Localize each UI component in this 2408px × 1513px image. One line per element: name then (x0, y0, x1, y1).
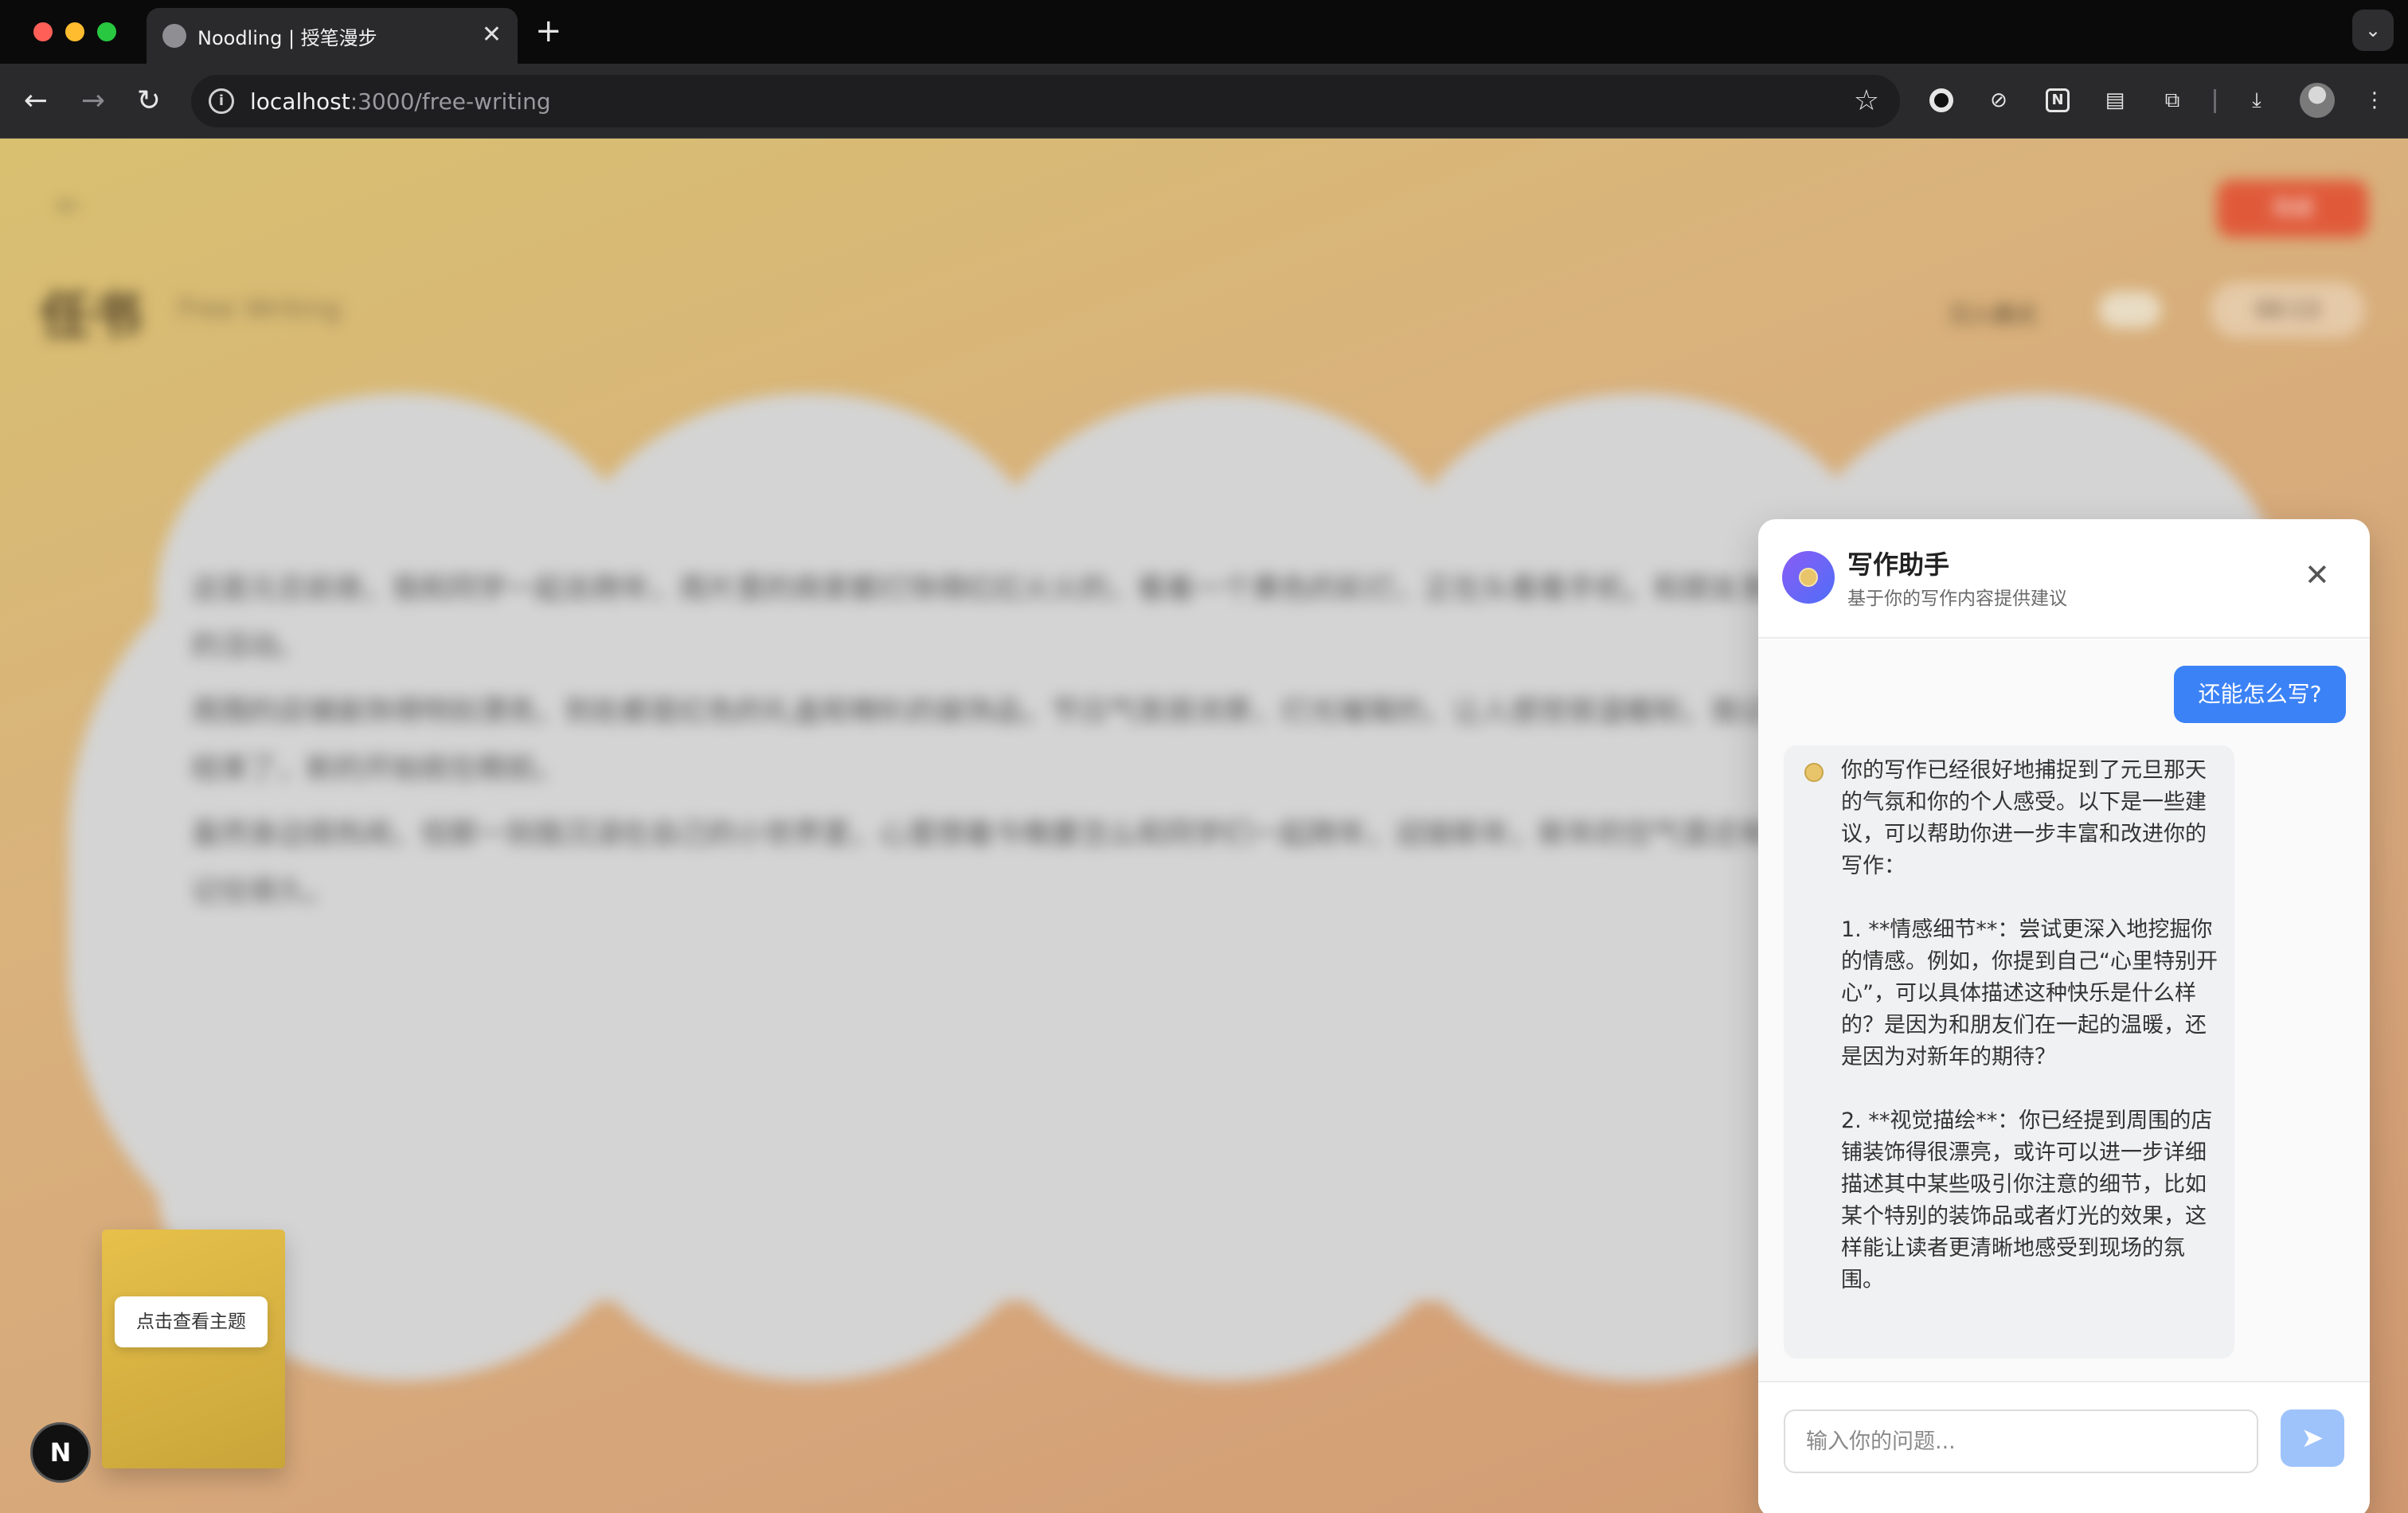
bookmark-star-icon[interactable]: ☆ (1854, 84, 1879, 117)
browser-tab-bar: Noodling | 授笔漫步 ✕ + ⌄ (0, 0, 2408, 64)
extensions-puzzle-icon[interactable]: ⧉ (2158, 86, 2187, 115)
writing-timer: 00:13 (2211, 282, 2365, 338)
nextjs-dev-badge[interactable]: N (30, 1422, 91, 1483)
tab-title: Noodling | 授笔漫步 (197, 27, 377, 49)
toolbar-divider (2214, 89, 2216, 113)
chat-input-area: ➤ (1758, 1381, 2370, 1513)
kebab-menu-icon[interactable]: ⋮ (2360, 86, 2389, 115)
forward-arrow-icon[interactable]: → (73, 81, 113, 121)
close-icon[interactable]: ✕ (2304, 559, 2330, 591)
download-icon[interactable]: ⤓ (2242, 86, 2271, 115)
chat-subtitle: 基于你的写作内容提供建议 (1847, 588, 2067, 609)
assistant-coin-icon (1804, 763, 1824, 782)
user-message: 还能怎么写? (2174, 666, 2346, 723)
coin-icon (1799, 568, 1818, 587)
tab-close-icon[interactable]: ✕ (482, 19, 502, 51)
assistant-avatar (1782, 551, 1835, 604)
site-info-icon[interactable]: i (209, 88, 234, 114)
browser-tab[interactable]: Noodling | 授笔漫步 ✕ (147, 8, 518, 64)
address-bar[interactable]: i localhost:3000/free-writing ☆ (191, 75, 1900, 127)
new-tab-button[interactable]: + (535, 13, 562, 49)
close-window-button[interactable] (33, 22, 53, 41)
extension-document-icon[interactable]: ▤ (2101, 86, 2129, 115)
send-icon[interactable]: ➤ (2281, 1409, 2344, 1467)
back-arrow-icon[interactable]: ← (57, 190, 81, 222)
url-path: :3000/free-writing (350, 88, 551, 115)
chat-header: 写作助手 基于你的写作内容提供建议 ✕ (1758, 519, 2370, 639)
writing-assistant-panel: 写作助手 基于你的写作内容提供建议 ✕ 还能怎么写? 你的写作已经很好地捕捉到了… (1758, 519, 2370, 1513)
immersive-mode-toggle[interactable] (2099, 291, 2161, 328)
extension-record-icon[interactable] (1927, 86, 1956, 115)
page-subtitle: Free Writing (178, 293, 342, 325)
url-text[interactable]: localhost:3000/free-writing (250, 88, 551, 115)
globe-icon (162, 24, 186, 48)
reload-icon[interactable]: ↻ (129, 81, 169, 121)
finish-button[interactable]: 完成 (2217, 180, 2368, 237)
tab-search-chevron-icon[interactable]: ⌄ (2352, 10, 2394, 51)
minimize-window-button[interactable] (65, 22, 84, 41)
browser-toolbar: ← → ↻ i localhost:3000/free-writing ☆ ⊘ … (0, 64, 2408, 139)
extension-notion-icon[interactable]: N (2043, 86, 2072, 115)
assistant-message: 你的写作已经很好地捕捉到了元旦那天的气氛和你的个人感受。以下是一些建议，可以帮助… (1784, 745, 2234, 1359)
chat-question-input[interactable] (1784, 1409, 2258, 1473)
url-host: localhost (250, 88, 350, 115)
view-topic-button[interactable]: 点击查看主题 (115, 1296, 268, 1347)
page-title: 任书 (40, 287, 142, 346)
topic-book[interactable] (102, 1230, 285, 1468)
assistant-message-text: 你的写作已经很好地捕捉到了元旦那天的气氛和你的个人感受。以下是一些建议，可以帮助… (1841, 758, 2218, 1292)
immersive-mode-label: 沉入模式 (1948, 302, 2038, 328)
back-arrow-icon[interactable]: ← (16, 81, 56, 121)
profile-avatar[interactable] (2300, 83, 2335, 118)
maximize-window-button[interactable] (97, 22, 116, 41)
extension-eye-off-icon[interactable]: ⊘ (1984, 86, 2013, 115)
chat-title: 写作助手 (1847, 549, 1950, 580)
chat-messages[interactable]: 还能怎么写? 你的写作已经很好地捕捉到了元旦那天的气氛和你的个人感受。以下是一些… (1758, 640, 2370, 1381)
